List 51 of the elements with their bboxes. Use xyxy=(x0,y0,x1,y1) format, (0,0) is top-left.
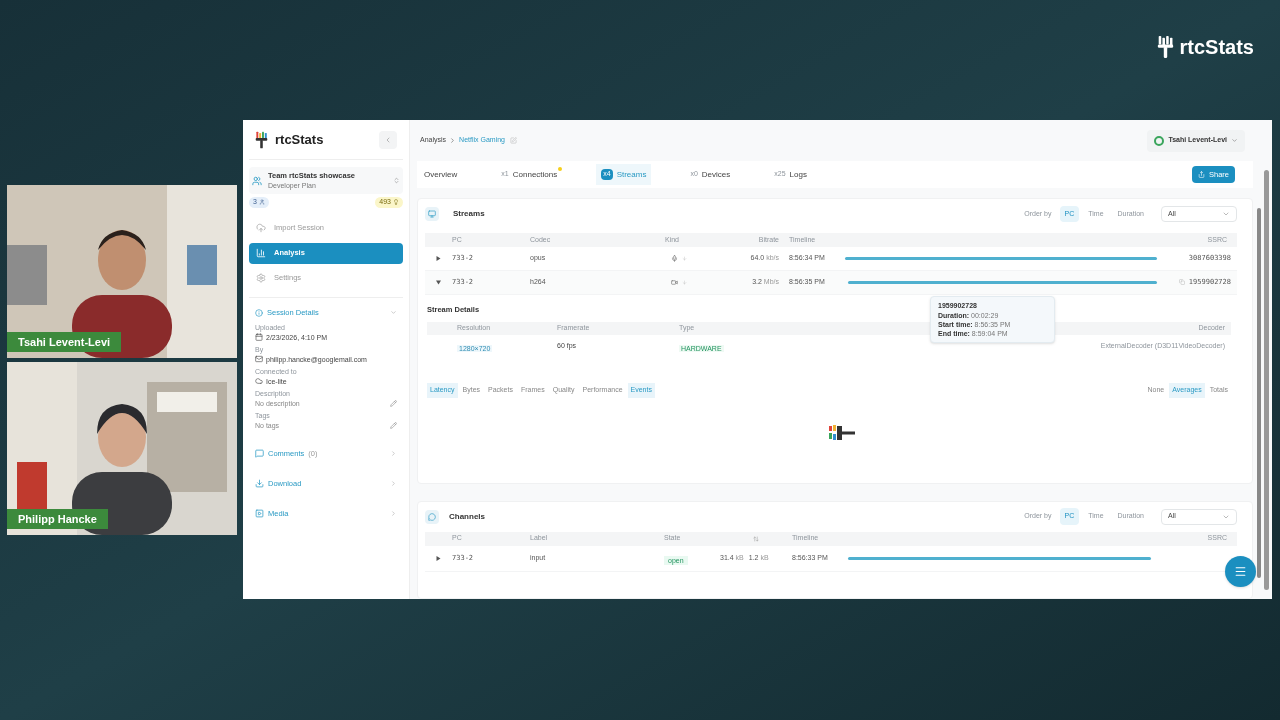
download-icon xyxy=(255,479,264,488)
arrow-down-icon xyxy=(682,279,687,285)
updown-icon xyxy=(393,177,400,184)
timeline-bar[interactable] xyxy=(845,256,1157,260)
chevron-right-icon xyxy=(449,137,457,145)
calendar-icon xyxy=(255,333,263,341)
scrollbar[interactable] xyxy=(1257,207,1261,578)
participant-name: Tsahi Levent-Levi xyxy=(7,331,122,352)
avatar-icon xyxy=(1154,135,1165,146)
mic-icon xyxy=(671,254,678,262)
logo-icon xyxy=(1156,33,1174,61)
menu-icon xyxy=(1234,565,1247,578)
edit-icon[interactable] xyxy=(390,399,397,407)
edit-icon[interactable] xyxy=(510,137,517,145)
comment-icon xyxy=(255,449,264,458)
settings-icon xyxy=(256,273,266,283)
copy-icon[interactable] xyxy=(1178,279,1185,286)
bulb-icon xyxy=(393,199,399,206)
chevron-left-icon xyxy=(384,135,392,144)
chevron-down-icon xyxy=(390,309,397,316)
arrow-down-icon xyxy=(682,255,687,261)
team-icon xyxy=(252,175,262,186)
app-name: rtcStats xyxy=(275,130,324,149)
mail-icon xyxy=(255,355,263,363)
caret-icon[interactable] xyxy=(436,279,441,285)
caret-icon[interactable] xyxy=(436,255,441,261)
chevron-right-icon xyxy=(390,480,397,487)
info-icon xyxy=(255,308,263,317)
play-icon xyxy=(255,509,264,518)
video-icon xyxy=(671,278,678,286)
upload-icon xyxy=(256,223,266,233)
cloud-icon xyxy=(255,377,263,385)
tab[interactable]: Overview xyxy=(419,164,463,186)
loading-icon xyxy=(827,424,857,443)
chevron-right-icon xyxy=(390,450,397,457)
participant-name: Philipp Hancke xyxy=(7,508,108,529)
share-icon xyxy=(1198,171,1205,179)
section-title: Streams xyxy=(453,207,485,220)
timeline-bar[interactable] xyxy=(848,280,1157,284)
logo-icon xyxy=(255,130,268,149)
sort-icon[interactable] xyxy=(753,535,759,542)
section-title: Channels xyxy=(449,510,485,523)
chart-icon xyxy=(256,248,266,258)
chevron-right-icon xyxy=(390,510,397,517)
edit-icon[interactable] xyxy=(390,421,397,429)
user-icon xyxy=(258,199,265,206)
scrollbar[interactable] xyxy=(1264,170,1269,590)
timeline-bar[interactable] xyxy=(848,556,1151,560)
caret-icon[interactable] xyxy=(436,555,441,561)
brand-name: rtcStats xyxy=(1179,35,1254,60)
chevron-down-icon xyxy=(1231,137,1238,145)
